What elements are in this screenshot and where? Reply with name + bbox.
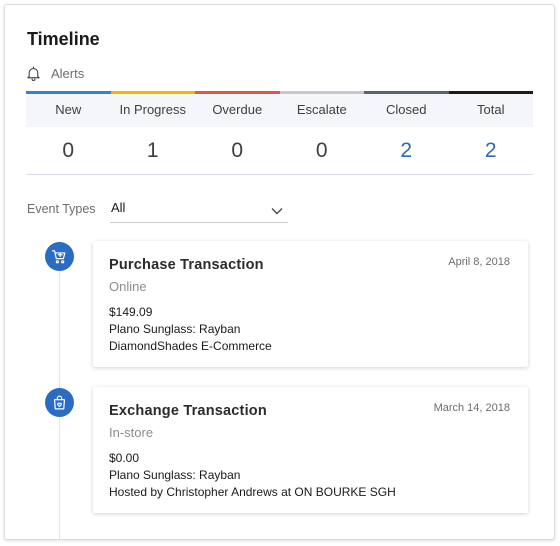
timeline-panel: Timeline Alerts New In Progress Overdue … (4, 4, 555, 540)
event-channel: In-store (109, 425, 154, 440)
stat-in-progress[interactable]: In Progress (110, 91, 195, 127)
cart-icon (45, 242, 74, 271)
stat-label: Closed (364, 91, 449, 127)
event-type-select[interactable]: All (110, 195, 288, 223)
page-title: Timeline (27, 29, 100, 49)
stat-value-overdue: 0 (231, 139, 244, 162)
event-card[interactable]: March 14, 2018 Exchange Transaction In-s… (93, 387, 528, 513)
alerts-label: Alerts (51, 66, 85, 81)
event-detail: DiamondShades E-Commerce (109, 339, 272, 353)
event-amount: $0.00 (109, 451, 140, 465)
shopping-bag-icon (45, 388, 74, 417)
event-type-filter: Event Types All (27, 195, 288, 223)
event-product: Plano Sunglass: Rayban (109, 322, 241, 336)
stat-new[interactable]: New (26, 91, 111, 127)
event-card[interactable]: April 8, 2018 Purchase Transaction Onlin… (93, 241, 528, 367)
alerts-header[interactable]: Alerts (25, 65, 84, 82)
stat-value-new: 0 (62, 139, 75, 162)
event-amount: $149.09 (109, 305, 153, 319)
stat-value-in-progress: 1 (146, 139, 159, 162)
stat-closed[interactable]: Closed (364, 91, 449, 127)
filter-label: Event Types (27, 202, 96, 216)
filter-selected-value: All (111, 200, 126, 215)
event-detail: Hosted by Christopher Andrews at ON BOUR… (109, 485, 396, 499)
chevron-down-icon (271, 203, 283, 218)
stat-total[interactable]: Total (448, 91, 533, 127)
stat-escalate[interactable]: Escalate (279, 91, 364, 127)
stat-label: Total (448, 91, 533, 127)
status-summary: New In Progress Overdue Escalate Closed … (26, 91, 533, 175)
stat-label: In Progress (110, 91, 195, 127)
stat-value-closed[interactable]: 2 (364, 127, 449, 175)
event-channel: Online (109, 279, 147, 294)
event-date: March 14, 2018 (433, 402, 510, 414)
stat-value-escalate: 0 (315, 139, 328, 162)
stat-label: New (26, 91, 111, 127)
stat-label: Overdue (195, 91, 280, 127)
stat-value-total[interactable]: 2 (449, 127, 534, 175)
stat-label: Escalate (279, 91, 364, 127)
event-date: April 8, 2018 (448, 256, 510, 268)
stat-overdue[interactable]: Overdue (195, 91, 280, 127)
event-product: Plano Sunglass: Rayban (109, 468, 241, 482)
bell-icon (25, 65, 42, 82)
